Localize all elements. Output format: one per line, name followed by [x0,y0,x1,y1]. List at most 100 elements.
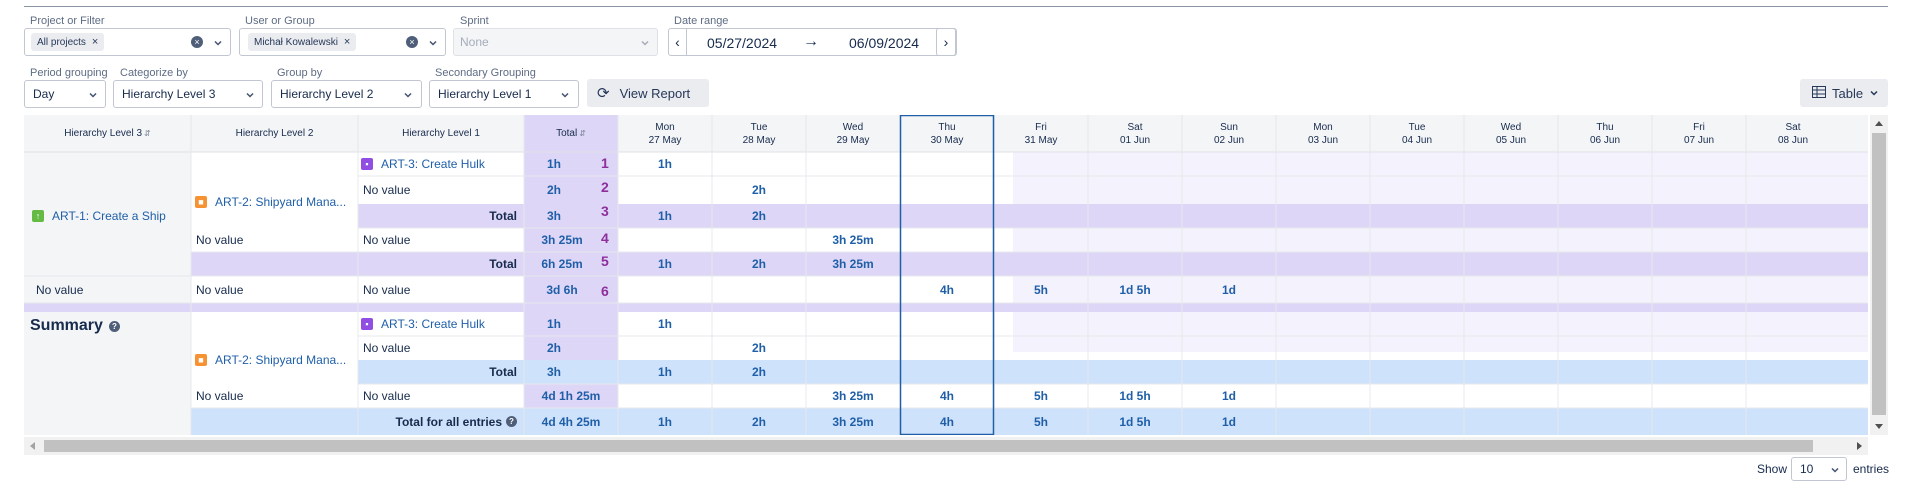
row4-total: 3h 25m [541,233,583,247]
h3-header-label: Hierarchy Level 3 [64,128,143,139]
day-name: Wed [842,121,864,133]
total-all-label: Total for all entries? [191,408,517,435]
cell-value: 3h 25m [832,414,874,429]
secondary-grouping-value: Hierarchy Level 1 [438,87,532,101]
day-name: Fri [1035,121,1047,133]
day-date: 30 May [930,134,964,146]
next-period-button[interactable]: › [936,28,956,56]
date-range-picker[interactable]: ‹ 05/27/2024 → 06/09/2024 [668,28,957,56]
row-marker: 4 [601,230,609,246]
cell-value: 4h [939,414,954,429]
chip-remove-icon[interactable]: × [92,36,98,48]
project-filter-select[interactable]: All projects × × [24,28,231,56]
h3-art1-label: ART-1: Create a Ship [52,209,166,223]
end-date[interactable]: 06/09/2024 [849,35,919,51]
row2-total: 2h [546,183,561,197]
cell-value: 1h [657,317,672,331]
cell-value: 5h [1033,389,1048,403]
column-header-day[interactable]: Tue 04 Jun [1370,115,1464,152]
sort-icon[interactable]: ⇵ [579,129,586,138]
project-chip-label: All projects [37,36,86,48]
day-name: Tue [1408,121,1426,133]
sprint-filter-select[interactable]: None [453,28,658,56]
horizontal-scrollbar[interactable] [24,437,1868,455]
chevron-down-icon[interactable] [213,38,223,48]
h2-art2-label: ART-2: Shipyard Mana... [215,353,347,367]
h1-art3-link[interactable]: ▪ ART-3: Create Hulk [361,152,485,176]
group-by-label: Group by [277,67,323,79]
project-filter-label: Project or Filter [30,15,105,27]
clear-icon[interactable]: × [191,36,203,48]
column-header-day[interactable]: Mon 03 Jun [1276,115,1370,152]
prev-period-button[interactable]: ‹ [669,29,687,55]
user-filter-select[interactable]: Michał Kowalewski × × [239,28,446,56]
column-header-day[interactable]: Wed 29 May [806,115,900,152]
chevron-down-icon[interactable] [428,38,438,48]
cell-value: 5h [1033,414,1048,429]
cell-value[interactable]: 4h [900,276,994,303]
cell-value[interactable]: 1d [1182,276,1276,303]
day-date: 27 May [648,134,682,146]
clear-icon[interactable]: × [406,36,418,48]
group-by-select[interactable]: Hierarchy Level 2 [271,80,422,108]
column-header-day[interactable]: Sat 08 Jun [1746,115,1840,152]
cell-value[interactable]: 1d 5h [1088,276,1182,303]
day-name: Sat [1785,121,1801,133]
column-header-day[interactable]: Thu 06 Jun [1558,115,1652,152]
chevron-down-icon [1869,86,1879,101]
start-date[interactable]: 05/27/2024 [707,35,777,51]
summary-total-label: Total [358,360,517,384]
secondary-grouping-select[interactable]: Hierarchy Level 1 [429,80,579,108]
view-mode-button[interactable]: Table [1800,79,1888,107]
no-value-label: No value [363,233,411,247]
view-mode-label: Table [1832,85,1864,101]
timesheet-table: Hierarchy Level 3 ⇵ Hierarchy Level 2 Hie… [24,115,1868,435]
page-size-select[interactable]: 10 [1791,457,1847,481]
h2-total-label: Total [358,252,517,276]
chevron-down-icon [1830,465,1840,475]
cell-value[interactable]: 3h 25m [806,228,900,252]
user-chip-label: Michał Kowalewski [254,36,338,48]
day-name: Mon [655,121,675,133]
help-icon[interactable]: ? [108,320,120,332]
period-grouping-select[interactable]: Day [24,80,106,108]
task-icon: ■ [195,196,207,208]
column-header-h3[interactable]: Hierarchy Level 3 ⇵ [24,115,191,152]
column-header-day-today[interactable]: Thu 30 May [900,115,994,152]
day-date: 06 Jun [1589,134,1621,146]
cell-value: 2h [751,341,766,355]
top-divider [24,6,1888,7]
view-report-button[interactable]: ⟳ View Report [587,79,709,107]
h3-art1-link[interactable]: ↑ ART-1: Create a Ship [32,204,166,228]
column-header-day[interactable]: Wed 05 Jun [1464,115,1558,152]
day-date: 31 May [1024,134,1058,146]
vertical-scrollbar[interactable] [1870,115,1888,435]
help-icon[interactable]: ? [506,416,517,427]
summary-label: Summary [30,317,103,334]
h1-art3-label: ART-3: Create Hulk [381,157,485,171]
column-header-day[interactable]: Fri 07 Jun [1652,115,1746,152]
column-header-day[interactable]: Mon 27 May [618,115,712,152]
summary-h2-art2-link[interactable]: ■ ART-2: Shipyard Mana... [195,336,346,384]
cell-value[interactable]: 2h [712,176,806,204]
row1-total: 1h [546,157,561,171]
categorize-select[interactable]: Hierarchy Level 3 [113,80,263,108]
no-value-label: No value [196,389,244,403]
story-icon: ↑ [32,210,44,222]
chip-remove-icon[interactable]: × [344,36,350,48]
column-header-day[interactable]: Tue 28 May [712,115,806,152]
day-date: 07 Jun [1683,134,1715,146]
column-header-total[interactable]: Total ⇵ [524,115,618,152]
cell-value[interactable]: 5h [994,276,1088,303]
summary-h1-art3-link[interactable]: ▪ ART-3: Create Hulk [361,312,485,336]
column-header-day[interactable]: Fri 31 May [994,115,1088,152]
chevron-down-icon [560,90,570,100]
column-header-day[interactable]: Sun 02 Jun [1182,115,1276,152]
sort-icon[interactable]: ⇵ [144,129,151,138]
h2-art2-link[interactable]: ■ ART-2: Shipyard Mana... [195,176,346,228]
column-header-day[interactable]: Sat 01 Jun [1088,115,1182,152]
view-report-label: View Report [619,85,691,101]
no-value-label: No value [363,282,411,297]
chevron-down-icon [640,38,650,48]
cell-value[interactable]: 1h [618,152,712,176]
